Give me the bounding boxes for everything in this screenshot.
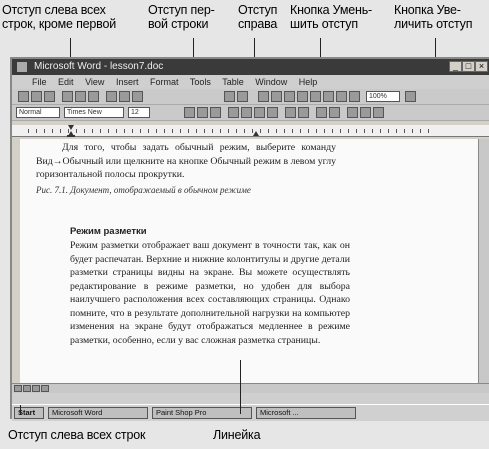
first-line-indent-marker[interactable] — [68, 125, 74, 130]
callout-first-line-indent: Отступ пер- вой строки — [148, 3, 215, 31]
justify-icon[interactable] — [267, 107, 278, 118]
menu-bar: File Edit View Insert Format Tools Table… — [12, 75, 489, 89]
title-bar: Microsoft Word - lesson7.doc _ □ × — [12, 59, 489, 75]
page-layout-button[interactable] — [32, 385, 40, 392]
window-title: Microsoft Word - lesson7.doc — [34, 61, 164, 72]
callout-left-indent-all: Отступ слева всех строк — [8, 428, 146, 442]
print-icon[interactable] — [62, 91, 73, 102]
leader-line — [20, 405, 21, 415]
menu-format[interactable]: Format — [150, 77, 179, 87]
new-icon[interactable] — [18, 91, 29, 102]
cut-icon[interactable] — [106, 91, 117, 102]
leader-line — [240, 360, 241, 414]
font-size-combo[interactable]: 12 — [128, 107, 150, 118]
callout-increase-indent: Кнопка Уве- личить отступ — [394, 3, 473, 31]
align-right-icon[interactable] — [254, 107, 265, 118]
undo-icon[interactable] — [224, 91, 235, 102]
menu-view[interactable]: View — [85, 77, 104, 87]
outline-view-button[interactable] — [41, 385, 49, 392]
decrease-indent-icon[interactable] — [316, 107, 327, 118]
ruler-ticks — [28, 129, 429, 133]
bullets-icon[interactable] — [298, 107, 309, 118]
redo-icon[interactable] — [237, 91, 248, 102]
standard-toolbar: 100% — [12, 89, 489, 105]
menu-edit[interactable]: Edit — [58, 77, 74, 87]
save-icon[interactable] — [44, 91, 55, 102]
paragraph-normal-view: Для того, чтобы задать обычный режим, вы… — [36, 142, 336, 180]
spelling-icon[interactable] — [88, 91, 99, 102]
app-icon — [17, 62, 27, 72]
tables-icon[interactable] — [271, 91, 282, 102]
align-center-icon[interactable] — [241, 107, 252, 118]
hyperlink-icon[interactable] — [258, 91, 269, 102]
style-combo[interactable]: Normal — [16, 107, 60, 118]
font-color-icon[interactable] — [373, 107, 384, 118]
figure-caption: Рис. 7.1. Документ, отображаемый в обычн… — [36, 185, 251, 195]
doc-map-icon[interactable] — [336, 91, 347, 102]
copy-icon[interactable] — [119, 91, 130, 102]
paragraph-layout-view: Режим разметки отображает ваш документ в… — [70, 240, 350, 346]
menu-file[interactable]: File — [32, 77, 47, 87]
formatting-toolbar: Normal Times New Roman 12 — [12, 105, 489, 121]
normal-view-button[interactable] — [14, 385, 22, 392]
menu-insert[interactable]: Insert — [116, 77, 139, 87]
callout-ruler: Линейка — [213, 428, 261, 442]
minimize-button[interactable]: _ — [449, 61, 462, 72]
border-icon[interactable] — [347, 107, 358, 118]
document-area[interactable]: Для того, чтобы задать обычный режим, вы… — [20, 139, 478, 383]
close-button[interactable]: × — [475, 61, 488, 72]
task-other[interactable]: Microsoft ... — [256, 407, 356, 419]
show-hide-icon[interactable] — [349, 91, 360, 102]
italic-icon[interactable] — [197, 107, 208, 118]
bold-icon[interactable] — [184, 107, 195, 118]
left-indent-marker[interactable] — [67, 135, 75, 137]
online-view-button[interactable] — [23, 385, 31, 392]
start-button[interactable]: Start — [14, 407, 44, 419]
open-icon[interactable] — [31, 91, 42, 102]
paste-icon[interactable] — [132, 91, 143, 102]
horizontal-scrollbar[interactable] — [12, 383, 489, 393]
right-indent-marker[interactable] — [253, 131, 259, 136]
task-word[interactable]: Microsoft Word — [48, 407, 148, 419]
status-bar — [12, 393, 489, 404]
excel-icon[interactable] — [297, 91, 308, 102]
taskbar: Start Microsoft Word Paint Shop Pro Micr… — [12, 404, 489, 421]
zoom-combo[interactable]: 100% — [366, 91, 400, 102]
font-combo[interactable]: Times New Roman — [64, 107, 124, 118]
help-icon[interactable] — [405, 91, 416, 102]
callout-left-indent-except-first: Отступ слева всех строк, кроме первой — [2, 3, 116, 31]
callout-decrease-indent: Кнопка Умень- шить отступ — [290, 3, 372, 31]
word-window: Microsoft Word - lesson7.doc _ □ × File … — [10, 57, 489, 421]
callout-right-indent: Отступ справа — [238, 3, 278, 31]
menu-help[interactable]: Help — [299, 77, 318, 87]
underline-icon[interactable] — [210, 107, 221, 118]
ruler — [12, 125, 489, 137]
highlight-icon[interactable] — [360, 107, 371, 118]
vertical-scrollbar[interactable] — [478, 139, 489, 383]
section-heading: Режим разметки — [70, 226, 147, 237]
menu-tools[interactable]: Tools — [190, 77, 211, 87]
insert-table-icon[interactable] — [284, 91, 295, 102]
maximize-button[interactable]: □ — [462, 61, 475, 72]
columns-icon[interactable] — [310, 91, 321, 102]
task-paintshop[interactable]: Paint Shop Pro — [152, 407, 252, 419]
align-left-icon[interactable] — [228, 107, 239, 118]
menu-table[interactable]: Table — [222, 77, 244, 87]
menu-window[interactable]: Window — [255, 77, 287, 87]
drawing-icon[interactable] — [323, 91, 334, 102]
preview-icon[interactable] — [75, 91, 86, 102]
increase-indent-icon[interactable] — [329, 107, 340, 118]
numbering-icon[interactable] — [285, 107, 296, 118]
